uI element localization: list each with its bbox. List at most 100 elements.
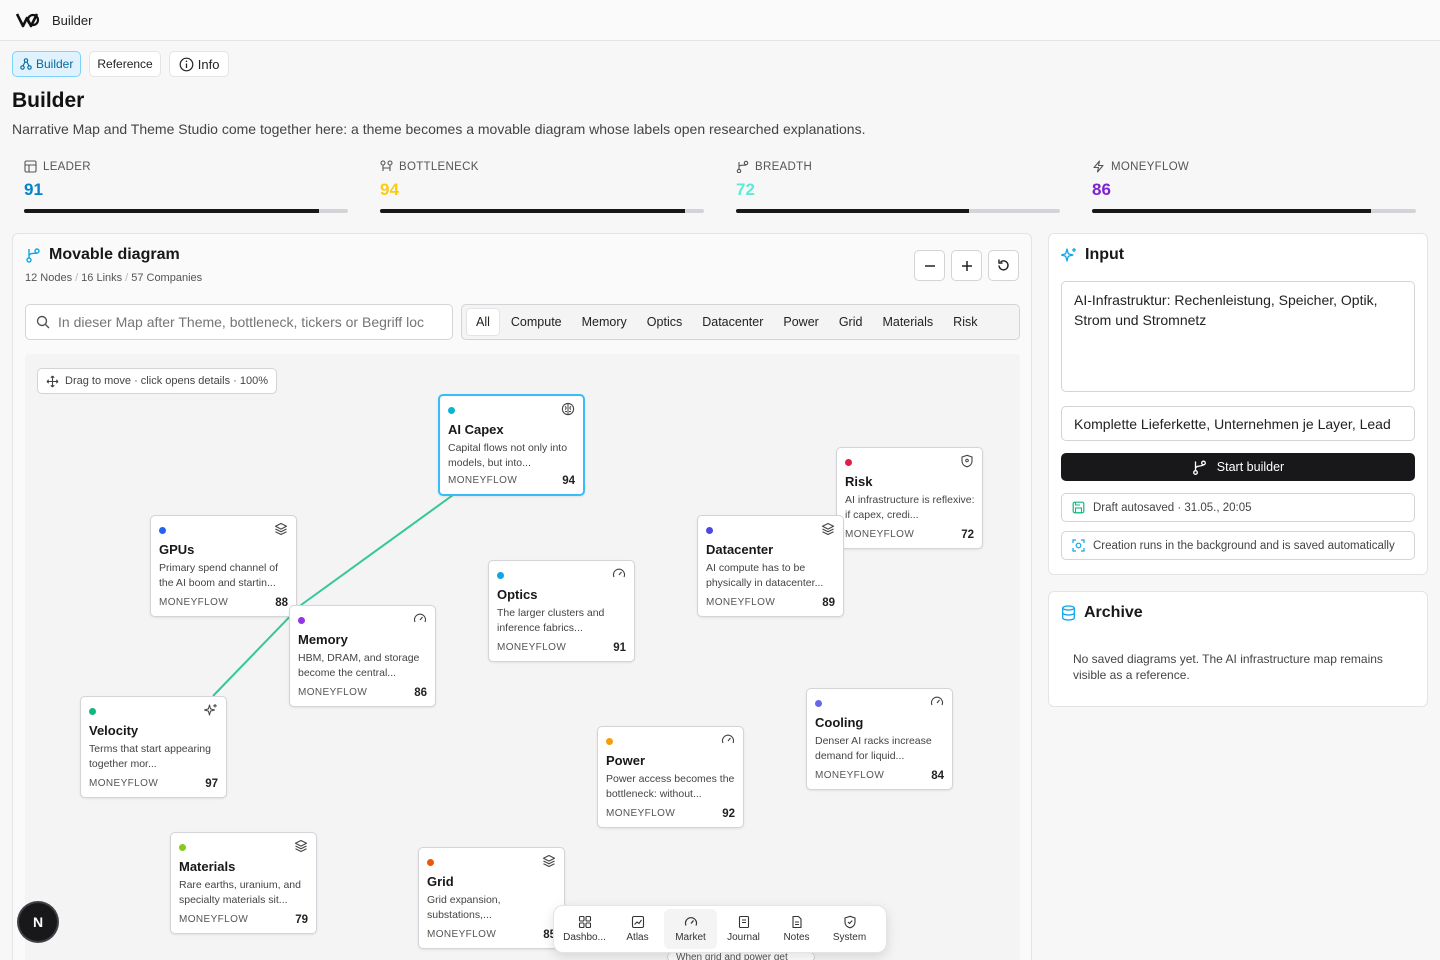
diagram-stats: 12 Nodes/16 Links/57 Companies xyxy=(25,272,203,284)
node-datacenter[interactable]: Datacenter AI compute has to be physicall… xyxy=(697,515,844,617)
dock-item-label: Dashbo... xyxy=(563,932,606,943)
dev-badge[interactable]: N xyxy=(19,903,57,941)
node-power[interactable]: Power Power access becomes the bottleneck… xyxy=(597,726,744,828)
move-icon xyxy=(46,375,59,387)
node-materials[interactable]: Materials Rare earths, uranium, and speci… xyxy=(170,832,317,934)
node-description: Primary spend channel of the AI boom and… xyxy=(159,562,279,589)
metric-bar xyxy=(24,209,348,213)
start-builder-button[interactable]: Start builder xyxy=(1061,453,1415,481)
node-description: Rare earths, uranium, and specialty mate… xyxy=(179,879,301,906)
tab-reference[interactable]: Reference xyxy=(89,51,161,77)
zoom-controls xyxy=(914,250,1019,281)
metric-fill xyxy=(736,209,970,213)
node-velocity[interactable]: Velocity Terms that start appearing toget… xyxy=(80,696,227,798)
dock-item-journal[interactable]: Journal xyxy=(717,909,770,949)
dock-item-label: Journal xyxy=(727,932,760,943)
node-description: Grid expansion, substations,... xyxy=(427,894,501,921)
zoom-in-button[interactable] xyxy=(951,250,982,281)
node-title: Grid xyxy=(427,874,454,889)
node-title: Materials xyxy=(179,859,236,874)
node-title: Power xyxy=(606,753,646,768)
node-title: Risk xyxy=(845,474,873,489)
node-dot xyxy=(427,859,434,866)
archive-panel: Archive No saved diagrams yet. The AI in… xyxy=(1048,591,1428,707)
sparkles-icon xyxy=(204,704,217,716)
node-score: 84 xyxy=(931,770,944,782)
metric-value: 72 xyxy=(736,180,755,199)
canvas-hint-text: Drag to move · click opens details · 100… xyxy=(65,375,268,387)
node-dot xyxy=(89,708,96,715)
dock-item-dashbo[interactable]: Dashbo... xyxy=(558,909,611,949)
diagram-canvas[interactable]: Drag to move · click opens details · 100… xyxy=(25,354,1020,960)
node-dot xyxy=(497,572,504,579)
node-dot xyxy=(179,844,186,851)
tab-info[interactable]: Info xyxy=(168,51,230,77)
filter-compute[interactable]: Compute xyxy=(502,308,571,336)
zoom-out-button[interactable] xyxy=(914,250,945,281)
filter-all[interactable]: All xyxy=(466,308,500,336)
node-dot xyxy=(606,738,613,745)
metric-breadth: BREADTH 72 xyxy=(736,160,1060,213)
node-description: HBM, DRAM, and storage become the centra… xyxy=(298,652,420,679)
search-input[interactable] xyxy=(58,314,448,330)
archive-title-text: Archive xyxy=(1084,604,1143,621)
node-score: 97 xyxy=(205,778,218,790)
node-title: Optics xyxy=(497,587,538,602)
node-category: MONEYFLOW xyxy=(427,929,497,940)
filter-power[interactable]: Power xyxy=(774,308,827,336)
minus-icon xyxy=(924,264,935,267)
metric-label: BREADTH xyxy=(755,160,813,173)
filter-datacenter[interactable]: Datacenter xyxy=(693,308,772,336)
dock-item-label: Notes xyxy=(783,932,810,943)
input-title-text: Input xyxy=(1085,246,1125,263)
filter-optics[interactable]: Optics xyxy=(638,308,691,336)
reset-view-button[interactable] xyxy=(988,250,1019,281)
category-filters: All Compute Memory Optics Datacenter Power Gri… xyxy=(461,304,1020,340)
canvas-hint: Drag to move · click opens details · 100… xyxy=(37,368,277,394)
node-score: 88 xyxy=(275,597,288,609)
branch-icon xyxy=(736,160,749,173)
input-panel: Input AI-Infrastruktur: Rechenleistung, … xyxy=(1048,233,1428,575)
sparkles-icon xyxy=(1061,248,1076,262)
node-dot xyxy=(298,617,305,624)
app-title: Builder xyxy=(52,12,93,28)
funnel-icon xyxy=(380,160,393,171)
metric-moneyflow: MONEYFLOW 86 xyxy=(1092,160,1416,213)
node-category: MONEYFLOW xyxy=(159,597,229,608)
layers-icon xyxy=(274,522,288,536)
dock-item-atlas[interactable]: Atlas xyxy=(611,909,664,949)
node-cooling[interactable]: Cooling Denser AI racks increase demand f… xyxy=(806,688,953,790)
metric-value: 86 xyxy=(1092,180,1111,199)
stat-nodes: 12 Nodes xyxy=(25,272,73,284)
brain-icon xyxy=(561,402,575,416)
refresh-icon xyxy=(998,259,1009,271)
node-ai-capex[interactable]: AI Capex Capital flows not only into mode… xyxy=(438,394,585,496)
metric-value: 94 xyxy=(380,180,399,199)
metric-bottleneck: BOTTLENECK 94 xyxy=(380,160,704,213)
filter-materials[interactable]: Materials xyxy=(873,308,942,336)
dock-item-market[interactable]: Market xyxy=(664,909,717,949)
node-score: 79 xyxy=(295,914,308,926)
node-description: Power access becomes the bottleneck: wit… xyxy=(606,773,735,800)
filter-risk[interactable]: Risk xyxy=(944,308,986,336)
bolt-icon xyxy=(1093,160,1104,173)
diagram-title: Movable diagram xyxy=(25,246,180,264)
tab-builder[interactable]: Builder xyxy=(12,51,82,77)
node-description: The larger clusters and inference fabric… xyxy=(497,607,605,634)
scope-input[interactable]: Komplette Lieferkette, Unternehmen je La… xyxy=(1061,406,1415,441)
dock-item-notes[interactable]: Notes xyxy=(770,909,823,949)
node-title: AI Capex xyxy=(448,422,504,437)
node-optics[interactable]: Optics The larger clusters and inference … xyxy=(488,560,635,662)
layers-icon xyxy=(542,854,556,868)
node-risk[interactable]: Risk AI infrastructure is reflexive: if c… xyxy=(836,447,983,549)
node-memory[interactable]: Memory HBM, DRAM, and storage become the … xyxy=(289,605,436,707)
metric-label: BOTTLENECK xyxy=(399,160,479,173)
node-grid[interactable]: Grid Grid expansion, substations,... MONEY… xyxy=(418,847,565,949)
dock-item-system[interactable]: System xyxy=(823,909,876,949)
filter-memory[interactable]: Memory xyxy=(573,308,636,336)
search-icon xyxy=(36,315,50,329)
filter-grid[interactable]: Grid xyxy=(830,308,872,336)
theme-textarea[interactable]: AI-Infrastruktur: Rechenleistung, Speich… xyxy=(1061,281,1415,392)
node-gpus[interactable]: GPUs Primary spend channel of the AI boom… xyxy=(150,515,297,617)
notes-icon xyxy=(791,915,802,929)
